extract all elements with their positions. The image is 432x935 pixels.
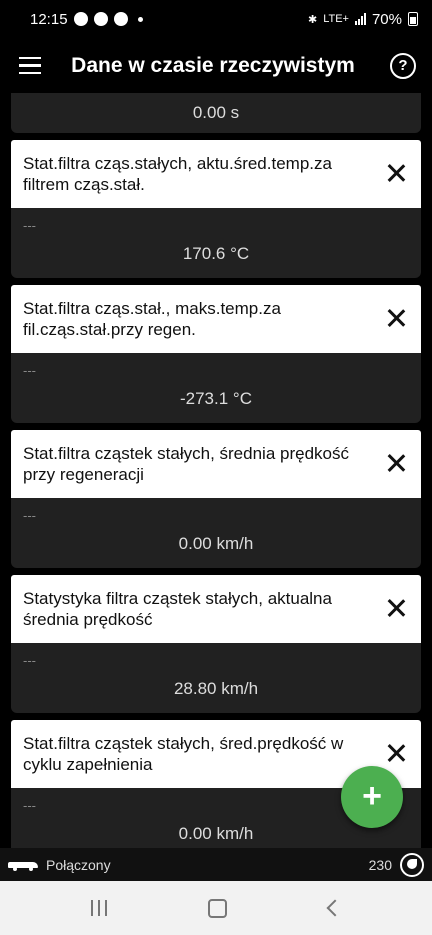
card-header: Stat.filtra cząstek stałych, średnia prę… — [11, 430, 421, 498]
close-icon[interactable] — [387, 744, 405, 762]
close-icon[interactable] — [387, 164, 405, 182]
card-value: 0.00 km/h — [178, 534, 254, 553]
connection-status: Połączony — [8, 857, 111, 873]
card-body: --- 28.80 km/h — [11, 643, 421, 713]
card-subtitle: --- — [23, 798, 36, 813]
card-header: Stat.filtra cząs.stał., maks.temp.za fil… — [11, 285, 421, 353]
plus-icon: + — [362, 776, 382, 815]
chat-icon — [113, 12, 128, 26]
battery-percent: 70% — [371, 10, 402, 28]
card-value: 170.6 °C — [182, 244, 250, 263]
close-icon[interactable] — [387, 454, 405, 472]
back-button[interactable] — [326, 899, 344, 917]
clock: 12:15 — [30, 10, 68, 28]
home-button[interactable] — [208, 898, 228, 918]
card-title: Stat.filtra cząs.stał., maks.temp.za fil… — [23, 299, 281, 339]
messenger-icon — [93, 12, 108, 26]
counter-area: 230 — [368, 852, 424, 877]
close-icon[interactable] — [387, 309, 405, 327]
data-card: Stat.filtra cząs.stał., maks.temp.za fil… — [11, 285, 421, 423]
connection-bar: Połączony 230 — [0, 848, 432, 881]
data-card: Stat.filtra cząstek stałych, średnia prę… — [11, 430, 421, 568]
card-value: 28.80 km/h — [173, 679, 259, 698]
card-body: --- 170.6 °C — [11, 208, 421, 278]
counter-value: 230 — [368, 856, 392, 873]
help-button[interactable]: ? — [390, 52, 416, 79]
card-value: -273.1 °C — [179, 389, 252, 408]
pie-icon[interactable] — [400, 852, 424, 877]
card-title: Statystyka filtra cząstek stałych, aktua… — [23, 589, 332, 629]
page-title: Dane w czasie rzeczywistym — [71, 53, 355, 77]
card-header: Stat.filtra cząs.stałych, aktu.śred.temp… — [11, 140, 421, 208]
card-subtitle: --- — [23, 363, 36, 378]
card-title: Stat.filtra cząstek stałych, średnia prę… — [23, 444, 349, 484]
more-notifications-icon — [137, 16, 143, 22]
card-header: Statystyka filtra cząstek stałych, aktua… — [11, 575, 421, 643]
card-subtitle: --- — [23, 508, 36, 523]
recent-apps-button[interactable] — [90, 900, 107, 916]
partial-card-value: 0.00 s — [11, 93, 421, 133]
signal-icon — [354, 13, 366, 25]
card-title: Stat.filtra cząstek stałych, śred.prędko… — [23, 734, 344, 774]
status-bar-right: ✱ LTE+ 70% — [308, 11, 418, 28]
status-bar: 12:15 ✱ LTE+ 70% — [0, 0, 432, 38]
bluetooth-icon: ✱ — [307, 13, 318, 26]
connection-label: Połączony — [46, 856, 111, 873]
car-icon — [8, 858, 38, 872]
close-icon[interactable] — [387, 599, 405, 617]
system-nav-bar — [0, 881, 432, 935]
add-button[interactable]: + — [341, 766, 403, 828]
card-body: --- 0.00 km/h — [11, 498, 421, 568]
card-subtitle: --- — [23, 653, 36, 668]
card-body: --- -273.1 °C — [11, 353, 421, 423]
facebook-icon — [73, 12, 88, 26]
card-title: Stat.filtra cząs.stałych, aktu.śred.temp… — [23, 154, 332, 194]
card-subtitle: --- — [23, 218, 36, 233]
battery-icon — [408, 12, 418, 26]
live-data-list[interactable]: 0.00 s Stat.filtra cząs.stałych, aktu.śr… — [0, 93, 432, 848]
hamburger-icon — [19, 54, 41, 77]
data-card: Statystyka filtra cząstek stałych, aktua… — [11, 575, 421, 713]
data-card: Stat.filtra cząs.stałych, aktu.śred.temp… — [11, 140, 421, 278]
card-value: 0.00 km/h — [178, 824, 254, 843]
status-bar-left: 12:15 — [30, 11, 143, 28]
app-bar: Dane w czasie rzeczywistym ? — [0, 38, 432, 93]
network-type: LTE+ — [323, 13, 349, 25]
